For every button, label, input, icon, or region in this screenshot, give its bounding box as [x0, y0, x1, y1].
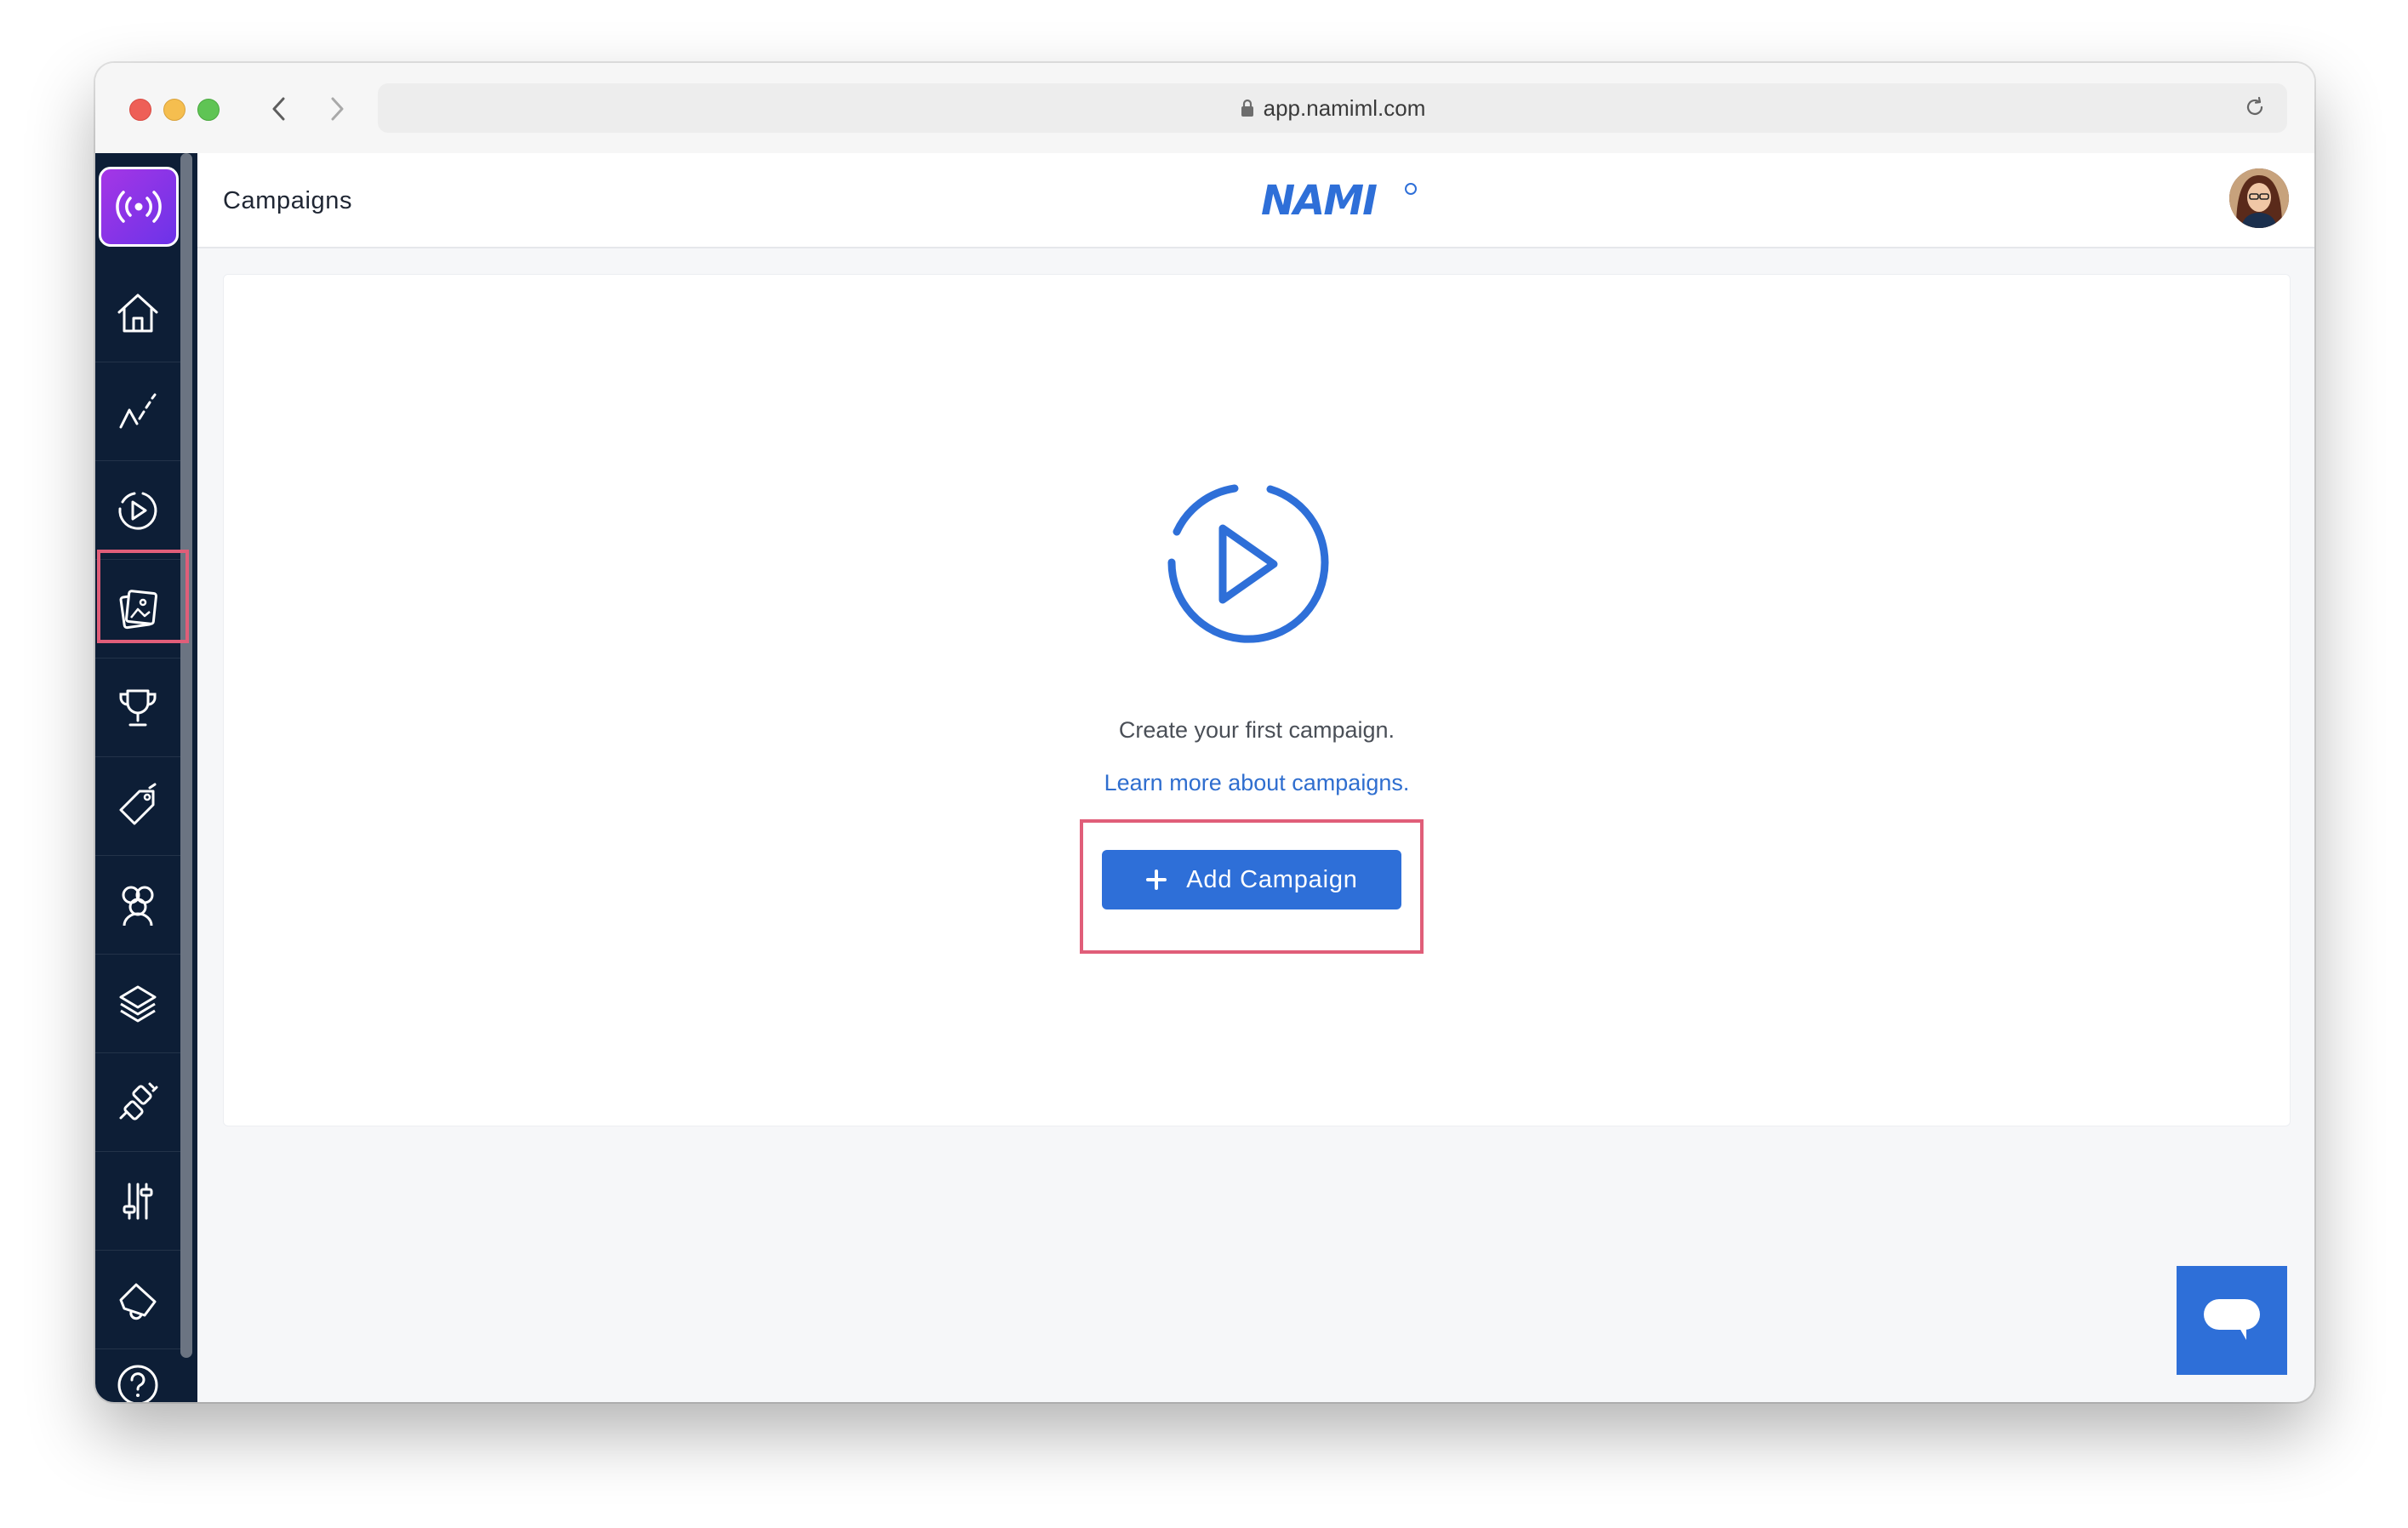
back-button[interactable]	[262, 90, 296, 128]
page-title: Campaigns	[223, 187, 353, 214]
analytics-line-icon	[119, 393, 157, 428]
app-logo-icon[interactable]	[99, 167, 179, 247]
sidebar-item-entitlements[interactable]	[95, 659, 180, 757]
reload-icon[interactable]	[2243, 95, 2267, 125]
minimize-window-button[interactable]	[163, 99, 185, 121]
learn-more-link[interactable]: Learn more about campaigns.	[224, 770, 2290, 796]
zoom-window-button[interactable]	[197, 99, 220, 121]
add-campaign-label: Add Campaign	[1186, 865, 1358, 893]
sidebar-item-customers[interactable]	[95, 856, 180, 955]
sidebar-item-paywalls[interactable]	[95, 560, 180, 659]
top-bar: Campaigns NAMI	[197, 153, 2314, 248]
url-text: app.namiml.com	[1263, 94, 1426, 121]
chevron-right-icon	[331, 97, 344, 121]
megaphone-icon	[119, 1283, 157, 1320]
forward-button[interactable]	[320, 90, 354, 128]
chat-bubble-icon	[2204, 1299, 2260, 1340]
chevron-left-icon	[272, 97, 285, 121]
browser-window: app.namiml.com Campaigns NAMI Create you…	[95, 63, 2314, 1402]
brand-text: NAMI	[1261, 177, 1377, 223]
nami-logo[interactable]: NAMI	[1261, 177, 1423, 227]
sidebar-item-platforms[interactable]	[95, 955, 180, 1053]
chat-widget-button[interactable]	[2177, 1266, 2287, 1375]
lock-icon	[1240, 99, 1255, 117]
sidebar-item-integrations[interactable]	[95, 1053, 180, 1152]
sidebar-item-home[interactable]	[95, 264, 180, 362]
sidebar-item-campaigns[interactable]	[95, 461, 180, 560]
sidebar-scrollbar[interactable]	[180, 153, 192, 1358]
add-campaign-button[interactable]: Add Campaign	[1102, 850, 1401, 909]
address-bar[interactable]: app.namiml.com	[378, 83, 2287, 133]
sidebar-item-products[interactable]	[95, 757, 180, 856]
browser-titlebar: app.namiml.com	[95, 63, 2314, 155]
sidebar-item-announcements[interactable]	[95, 1251, 180, 1349]
tag-icon	[119, 783, 157, 824]
home-icon	[117, 294, 158, 332]
plug-icon	[119, 1082, 158, 1120]
trophy-icon	[119, 689, 157, 726]
layers-icon	[119, 985, 157, 1022]
plus-icon	[1146, 869, 1167, 890]
gallery-icon	[119, 589, 157, 629]
close-window-button[interactable]	[129, 99, 151, 121]
sidebar-item-analytics[interactable]	[95, 362, 180, 461]
empty-state-message: Create your first campaign.	[1118, 717, 1395, 743]
avatar[interactable]	[2229, 168, 2289, 228]
sidebar	[95, 153, 197, 1402]
sidebar-item-help[interactable]	[95, 1349, 180, 1402]
empty-state-card: Create your first campaign. Learn more a…	[223, 274, 2291, 1126]
sidebar-item-settings[interactable]	[95, 1152, 180, 1251]
sliders-icon	[123, 1183, 153, 1219]
campaign-play-icon	[1143, 462, 1347, 670]
people-icon	[122, 886, 154, 926]
campaign-play-icon	[118, 492, 157, 530]
help-icon	[117, 1365, 158, 1402]
